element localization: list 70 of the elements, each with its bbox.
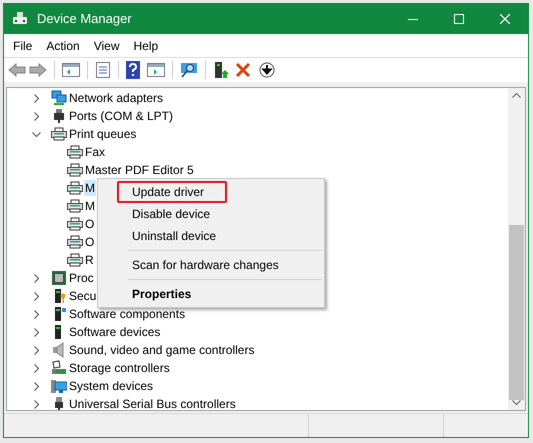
window-title: Device Manager — [37, 10, 132, 28]
tree-item[interactable]: O — [84, 216, 96, 232]
delete-icon[interactable] — [236, 63, 250, 77]
scroll-up-icon[interactable] — [512, 93, 521, 98]
menu-item[interactable]: View — [86, 34, 126, 56]
tree-item[interactable]: Fax — [84, 144, 106, 160]
tree-item[interactable]: M — [84, 198, 96, 214]
port-connector-icon — [51, 108, 67, 124]
expand-chevron-icon[interactable] — [34, 112, 39, 120]
chip-icon — [51, 270, 67, 286]
tree-item[interactable]: Network adapters — [68, 90, 164, 106]
expand-chevron-icon[interactable] — [34, 364, 39, 372]
tree-item[interactable]: Ports (COM & LPT) — [68, 108, 174, 124]
menu-item[interactable]: Help — [126, 34, 166, 56]
expand-chevron-icon[interactable] — [34, 310, 39, 318]
help-icon[interactable] — [126, 61, 140, 79]
console-tree-icon[interactable] — [62, 63, 80, 77]
expand-chevron-icon[interactable] — [34, 274, 39, 282]
close-icon — [500, 14, 510, 24]
tree-item[interactable]: Proc — [68, 270, 95, 286]
menu-item[interactable]: File — [6, 34, 40, 56]
tree-item[interactable]: Storage controllers — [68, 360, 171, 376]
printer-icon — [67, 180, 83, 196]
scrollbar[interactable] — [508, 88, 525, 410]
tree-item[interactable]: Print queues — [68, 126, 138, 142]
network-monitors-icon — [51, 90, 67, 106]
tree-item[interactable]: Software components — [68, 306, 186, 322]
context-menu-item[interactable]: Update driver — [117, 181, 227, 203]
printer-icon — [67, 234, 83, 250]
context-menu-item[interactable]: Uninstall device — [117, 225, 228, 247]
tree-item[interactable]: Secu — [68, 288, 98, 304]
device-manager-icon — [12, 11, 28, 27]
download-circle-icon[interactable] — [259, 62, 275, 78]
printer-icon — [67, 252, 83, 268]
maximize-icon — [454, 14, 464, 24]
minimize-icon — [408, 18, 418, 20]
context-menu-item[interactable]: Scan for hardware changes — [117, 254, 291, 276]
expand-chevron-icon[interactable] — [34, 94, 39, 102]
context-menu-item[interactable]: Properties — [117, 283, 204, 305]
monitor-magnifier-icon[interactable] — [180, 62, 198, 78]
tree-item[interactable]: R — [84, 252, 95, 268]
printer-icon — [51, 126, 67, 142]
expand-chevron-icon[interactable] — [34, 346, 39, 354]
context-menu-item[interactable]: Disable device — [117, 203, 222, 225]
printer-icon — [67, 144, 83, 160]
printer-icon — [67, 162, 83, 178]
action-pane-icon[interactable] — [147, 63, 165, 77]
update-driver-icon[interactable] — [213, 61, 229, 79]
properties-icon[interactable] — [95, 62, 111, 78]
scrollbar-thumb[interactable] — [509, 225, 524, 400]
expand-chevron-icon[interactable] — [34, 292, 39, 300]
tree-item[interactable]: Software devices — [68, 324, 162, 340]
storage-drive-icon — [51, 360, 67, 376]
forward-arrow-icon[interactable] — [29, 63, 47, 77]
menu-item[interactable]: Action — [39, 34, 87, 56]
expand-chevron-icon[interactable] — [34, 328, 39, 336]
tree-item[interactable]: Universal Serial Bus controllers — [68, 396, 237, 410]
tree-item[interactable]: O — [84, 234, 96, 250]
tree-item[interactable]: System devices — [68, 378, 154, 394]
tree-item[interactable]: M — [84, 180, 96, 196]
tree-item[interactable]: Sound, video and game controllers — [68, 342, 256, 358]
expand-chevron-icon[interactable] — [34, 382, 39, 390]
printer-icon — [67, 216, 83, 232]
computer-monitor-icon — [51, 378, 67, 394]
printer-icon — [67, 198, 83, 214]
scroll-down-icon[interactable] — [512, 400, 521, 405]
tree-item[interactable]: Master PDF Editor 5 — [84, 162, 195, 178]
back-arrow-icon[interactable] — [8, 63, 26, 77]
expand-chevron-icon[interactable] — [34, 400, 39, 408]
collapse-chevron-icon[interactable] — [32, 132, 41, 136]
